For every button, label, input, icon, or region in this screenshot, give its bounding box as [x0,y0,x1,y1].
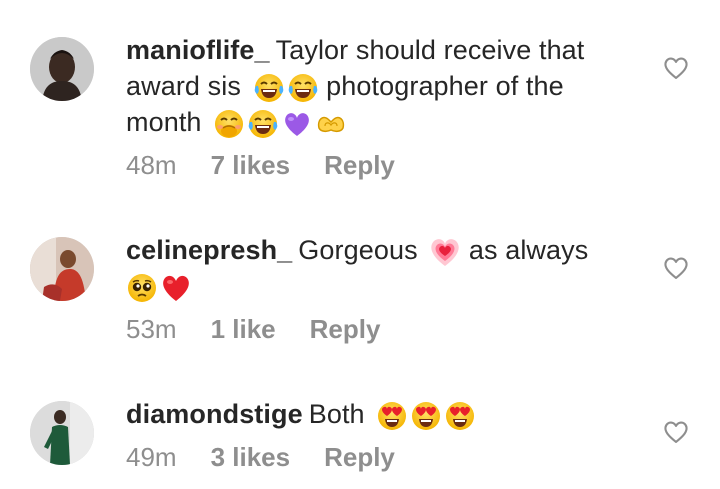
purple-heart-icon [281,108,313,140]
face-with-hand-over-mouth-icon [213,108,245,140]
comment-body: celinepresh_ Gorgeous as always [126,232,606,304]
like-heart-icon[interactable] [662,254,690,282]
comment-username[interactable]: manioflife_ [126,35,270,65]
reply-button[interactable]: Reply [324,442,395,473]
comment-body: diamondstige Both [126,396,606,432]
avatar-photo [30,237,94,301]
comment-time: 48m [126,150,177,180]
like-heart-icon[interactable] [662,418,690,446]
comment-username[interactable]: celinepresh_ [126,235,292,265]
reply-button[interactable]: Reply [324,150,395,181]
red-heart-icon [160,272,192,304]
comment-text: as always [468,235,589,265]
heart-eyes-face-icon [444,400,476,432]
comment-likes[interactable]: 1 like [211,314,276,345]
comment-likes[interactable]: 7 likes [211,150,291,181]
comment-likes[interactable]: 3 likes [211,442,291,473]
emoji-group [213,108,347,140]
emoji-group [376,400,476,432]
emoji-group [429,236,461,268]
emoji-group [126,272,192,304]
reply-button[interactable]: Reply [310,314,381,345]
pleading-face-icon [126,272,158,304]
comment-body: manioflife_ Taylor should receive that aw… [126,32,606,140]
heart-eyes-face-icon [410,400,442,432]
comment-text: Gorgeous [298,235,418,265]
heart-eyes-face-icon [376,400,408,432]
comment-meta: 49m 3 likes Reply [126,442,395,473]
comment-time: 49m [126,442,177,472]
face-with-tears-of-joy-icon [253,72,285,104]
avatar[interactable] [30,401,94,465]
growing-heart-icon [429,236,461,268]
avatar-photo [30,37,94,101]
avatar[interactable] [30,37,94,101]
comment-time: 53m [126,314,177,344]
emoji-group [253,72,319,104]
comment-text: Both [308,399,365,429]
avatar-photo [30,401,94,465]
face-with-tears-of-joy-icon [287,72,319,104]
comment-username[interactable]: diamondstige [126,399,303,429]
comment-meta: 48m 7 likes Reply [126,150,395,181]
like-heart-icon[interactable] [662,54,690,82]
heart-hands-icon [315,108,347,140]
comment-meta: 53m 1 like Reply [126,314,380,345]
avatar[interactable] [30,237,94,301]
face-with-tears-of-joy-icon [247,108,279,140]
